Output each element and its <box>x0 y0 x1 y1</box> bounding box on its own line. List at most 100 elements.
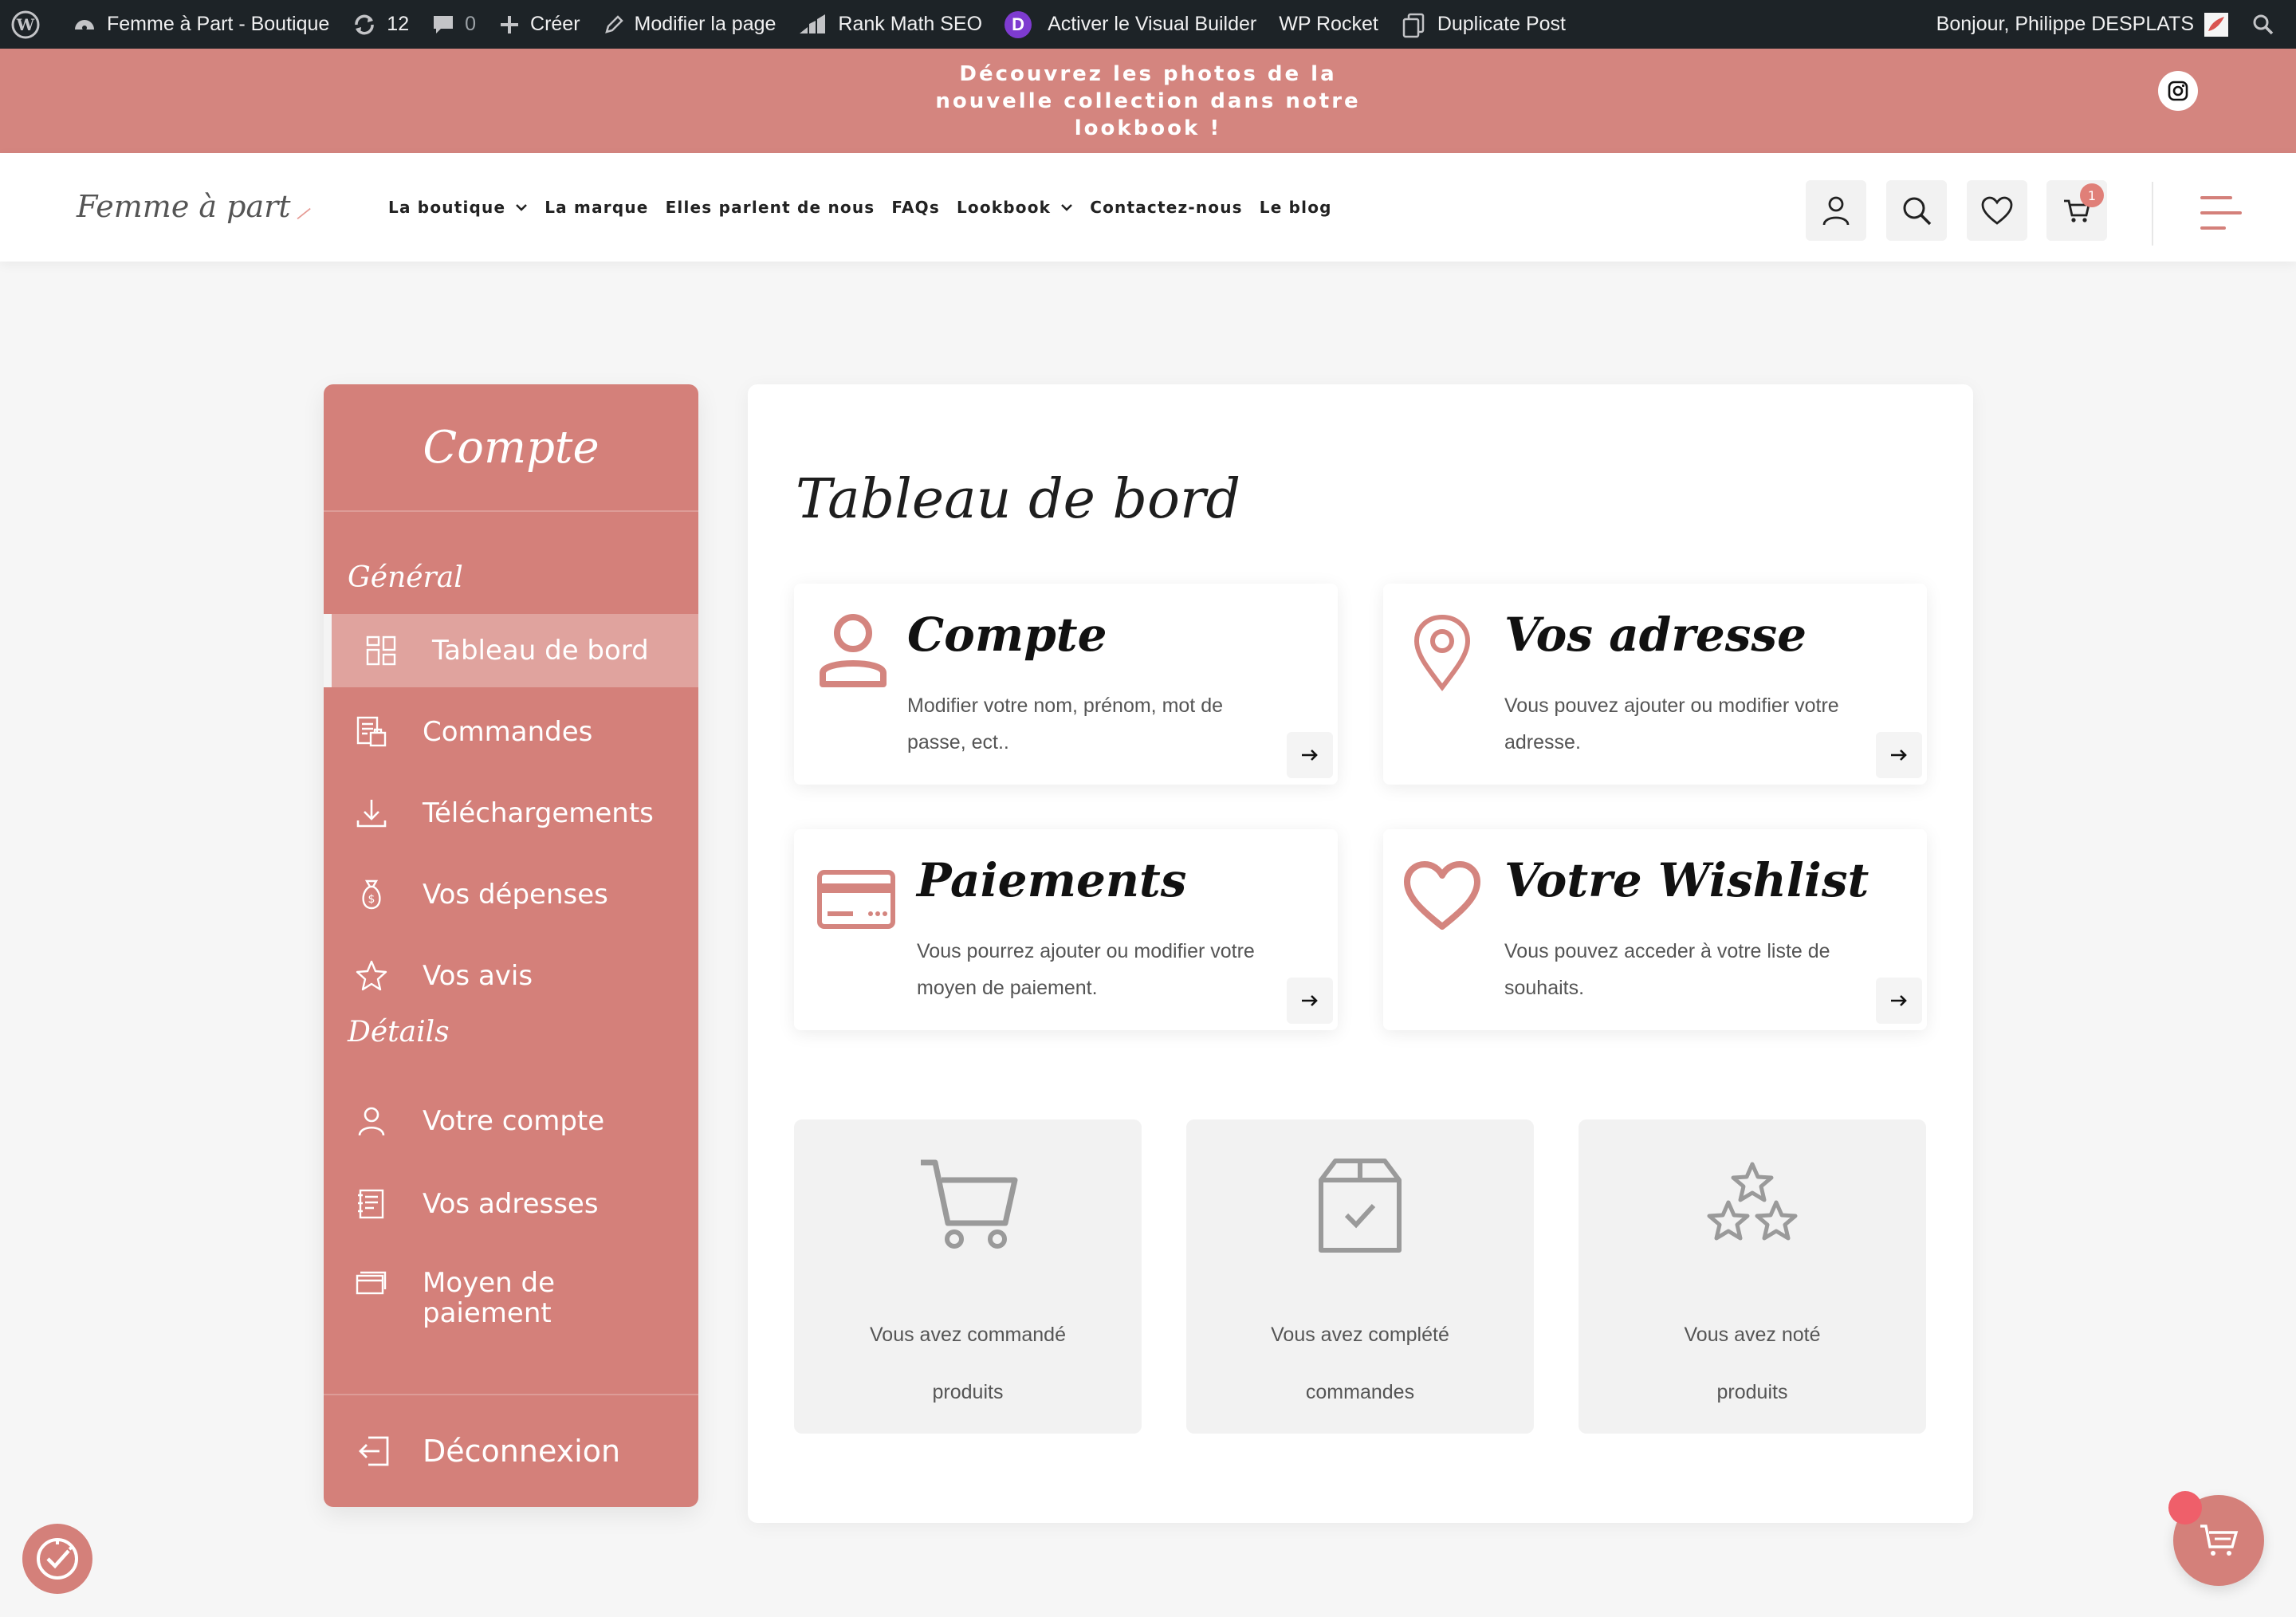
nav-elles-parlent[interactable]: Elles parlent de nous <box>666 198 875 217</box>
sidebar-item-commandes[interactable]: Commandes <box>324 695 698 769</box>
sidebar-item-vos-adresses[interactable]: Vos adresses <box>324 1167 698 1241</box>
logout-button[interactable]: Déconnexion <box>324 1394 698 1507</box>
dashboard-grid-icon <box>364 633 399 668</box>
wp-rocket-button[interactable]: WP Rocket <box>1268 0 1390 49</box>
plus-icon <box>501 15 519 33</box>
search-button[interactable] <box>1886 180 1947 241</box>
edit-page-button[interactable]: Modifier la page <box>592 0 788 49</box>
sidebar-section-details: Détails <box>348 1016 450 1048</box>
user-icon <box>1822 196 1850 226</box>
sidebar-item-telechargements[interactable]: Téléchargements <box>324 777 698 850</box>
cart-button[interactable]: 1 <box>2046 180 2107 241</box>
logo-text: Femme à part <box>77 189 291 224</box>
sidebar-item-votre-compte[interactable]: Votre compte <box>324 1084 698 1158</box>
instagram-button[interactable] <box>2158 71 2198 111</box>
nav-le-blog[interactable]: Le blog <box>1260 198 1332 217</box>
logout-icon <box>354 1431 394 1471</box>
nav-faqs[interactable]: FAQs <box>891 198 940 217</box>
nav-label: Elles parlent de nous <box>665 198 875 217</box>
nav-label: Lookbook <box>956 198 1052 217</box>
user-icon <box>813 612 893 692</box>
nav-label: Le blog <box>1259 198 1332 217</box>
rank-math-icon <box>800 14 826 33</box>
account-button[interactable] <box>1806 180 1866 241</box>
user-avatar-icon <box>2204 12 2228 37</box>
page-title: Tableau de bord <box>796 468 1240 531</box>
card-arrow-button[interactable] <box>1876 978 1922 1024</box>
card-title: Votre Wishlist <box>1504 853 1869 907</box>
nav-lookbook[interactable]: Lookbook <box>957 198 1073 217</box>
accessibility-check-icon <box>37 1538 78 1580</box>
duplicate-post-button[interactable]: Duplicate Post <box>1390 0 1577 49</box>
card-description: Vous pouvez acceder à votre liste de sou… <box>1504 940 1830 999</box>
heart-icon <box>1402 861 1482 941</box>
download-icon <box>354 796 389 831</box>
nav-contactez-nous[interactable]: Contactez-nous <box>1090 198 1243 217</box>
sidebar-item-label: Vos avis <box>423 960 533 992</box>
sidebar-item-label: Vos dépenses <box>423 879 608 911</box>
search-icon <box>2253 14 2274 34</box>
card-title: Compte <box>907 608 1107 662</box>
menu-toggle-button[interactable] <box>2199 193 2243 233</box>
sidebar-item-moyen-de-paiement[interactable]: Moyen de paiement <box>324 1249 698 1351</box>
card-paiements[interactable]: Paiements Vous pourrez ajouter ou modifi… <box>794 829 1338 1030</box>
user-account-menu[interactable]: Bonjour, Philippe DESPLATS <box>1925 0 2240 49</box>
card-arrow-button[interactable] <box>1287 732 1333 778</box>
location-pin-icon <box>1402 612 1482 692</box>
sidebar-title: Compte <box>324 384 698 512</box>
card-arrow-button[interactable] <box>1287 978 1333 1024</box>
nav-label: Contactez-nous <box>1090 198 1243 217</box>
duplicate-post-label: Duplicate Post <box>1437 13 1567 35</box>
site-logo[interactable]: Femme à part ⸝ <box>77 185 311 226</box>
rank-math-label: Rank Math SEO <box>838 13 983 35</box>
card-votre-wishlist[interactable]: Votre Wishlist Vous pouvez acceder à vot… <box>1383 829 1927 1030</box>
comment-icon <box>434 15 454 33</box>
wallet-icon <box>354 1268 389 1303</box>
pencil-icon <box>604 14 623 33</box>
card-title: Paiements <box>917 853 1187 907</box>
card-description: Vous pourrez ajouter ou modifier votre m… <box>917 940 1255 999</box>
sidebar-item-label: Téléchargements <box>423 797 654 829</box>
wp-admin-bar: W Femme à Part - Boutique 12 0 Créer Mod… <box>0 0 2296 49</box>
card-vos-adresse[interactable]: Vos adresse Vous pouvez ajouter ou modif… <box>1383 584 1927 785</box>
create-label: Créer <box>530 13 580 35</box>
nav-la-marque[interactable]: La marque <box>545 198 648 217</box>
card-arrow-button[interactable] <box>1876 732 1922 778</box>
nav-label: La marque <box>545 198 649 217</box>
admin-search-button[interactable] <box>2240 0 2296 49</box>
promo-text[interactable]: Découvrez les photos de la nouvelle coll… <box>901 61 1395 142</box>
card-compte[interactable]: Compte Modifier votre nom, prénom, mot d… <box>794 584 1338 785</box>
create-button[interactable]: Créer <box>487 0 592 49</box>
heart-icon <box>1981 196 2013 225</box>
edit-page-label: Modifier la page <box>634 13 776 35</box>
svg-text:$: $ <box>368 893 375 906</box>
site-name: Femme à Part - Boutique <box>107 13 330 35</box>
wishlist-button[interactable] <box>1967 180 2027 241</box>
nav-la-boutique[interactable]: La boutique <box>388 198 528 217</box>
card-description: Vous pouvez ajouter ou modifier votre ad… <box>1504 694 1839 753</box>
sidebar-item-vos-depenses[interactable]: $ Vos dépenses <box>324 858 698 931</box>
greeting: Bonjour, Philippe DESPLATS <box>1936 13 2194 35</box>
dashboard-panel: Tableau de bord Compte Modifier votre no… <box>748 384 1973 1523</box>
rank-math-button[interactable]: Rank Math SEO <box>787 0 993 49</box>
sidebar-item-vos-avis[interactable]: Vos avis <box>324 939 698 1013</box>
accessibility-button[interactable] <box>22 1524 92 1594</box>
hamburger-menu-icon <box>2200 196 2242 230</box>
stat-line-1: Vous avez complété <box>1271 1324 1449 1346</box>
chevron-down-icon <box>1061 204 1073 211</box>
comments-button[interactable]: 0 <box>420 0 487 49</box>
updates-count: 12 <box>387 13 410 35</box>
orders-icon <box>354 714 389 749</box>
wordpress-logo-button[interactable]: W <box>0 0 61 49</box>
site-name-menu[interactable]: Femme à Part - Boutique <box>61 0 340 49</box>
logout-label: Déconnexion <box>423 1434 621 1469</box>
feather-icon: ⸝ <box>295 189 311 224</box>
sidebar-item-tableau-de-bord[interactable]: Tableau de bord <box>324 614 698 687</box>
visual-builder-button[interactable]: D Activer le Visual Builder <box>993 0 1268 49</box>
credit-card-icon <box>816 869 896 949</box>
wp-rocket-label: WP Rocket <box>1279 13 1378 35</box>
main-navigation: La boutique La marque Elles parlent de n… <box>388 153 1349 262</box>
sidebar-item-label: Commandes <box>423 716 593 748</box>
floating-cart-notification-dot <box>2168 1491 2202 1525</box>
updates-button[interactable]: 12 <box>340 0 420 49</box>
